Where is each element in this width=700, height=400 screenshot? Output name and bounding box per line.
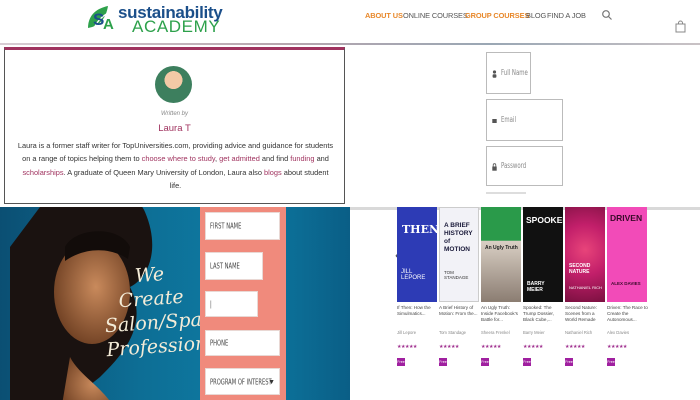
nav-group-courses[interactable]: GROUP COURSES: [465, 11, 529, 20]
logo-text-academy: ACADEMY: [132, 17, 221, 36]
password-field[interactable]: Password: [486, 146, 563, 186]
book-cover[interactable]: SECOND NATURE NATHANIEL RICH: [565, 207, 605, 302]
book-author: Tom Standage: [439, 330, 467, 335]
nav-about-us[interactable]: ABOUT US: [365, 11, 403, 20]
book-title[interactable]: A Brief History of Motion: From the...: [439, 305, 481, 317]
email-input-field[interactable]: |: [205, 291, 258, 317]
last-name-placeholder: LAST NAME: [210, 261, 240, 271]
free-badge[interactable]: Free: [607, 358, 615, 366]
free-badge[interactable]: Free: [481, 358, 489, 366]
cover-author: BARRY MEIER: [527, 281, 545, 293]
program-of-interest-select[interactable]: PROGRAM OF INTEREST ▼: [205, 368, 280, 395]
email-placeholder: Email: [501, 115, 516, 124]
book-title[interactable]: Spooked: The Trump Dossier, Black Cube,.…: [523, 305, 565, 323]
book-cover[interactable]: THEN JILL LEPORE: [397, 207, 437, 302]
book-author: Alex Davies: [607, 330, 630, 335]
star-rating: ★★★★★: [481, 344, 501, 350]
author-avatar: [155, 66, 192, 103]
banner-headline: We Create Salon/Spa Professionals: [104, 263, 236, 362]
nav-blog[interactable]: BLOG: [526, 11, 546, 20]
link-funding[interactable]: funding: [290, 154, 314, 163]
book-cover[interactable]: An Ugly Truth: [481, 207, 521, 302]
cover-title: SPOOKED: [526, 215, 563, 225]
star-rating: ★★★★★: [397, 344, 417, 350]
full-name-field[interactable]: Full Name: [486, 52, 531, 94]
phone-field[interactable]: PHONE: [205, 330, 280, 356]
search-icon[interactable]: [601, 9, 613, 21]
user-icon: [492, 70, 497, 78]
nav-find-a-job[interactable]: FIND A JOB: [547, 11, 586, 20]
book-cover[interactable]: DRIVEN ALEX DAVIES: [607, 207, 647, 302]
link-blogs[interactable]: blogs: [264, 168, 282, 177]
book-card: SECOND NATURE NATHANIEL RICH Second Natu…: [565, 207, 605, 377]
site-header: S A sustainability ACADEMY ABOUT US ONLI…: [0, 0, 700, 45]
book-author: Barry Meier: [523, 330, 545, 335]
book-title[interactable]: If Then: How the Simulmatics...: [397, 305, 439, 317]
cover-author: NATHANIEL RICH: [569, 285, 602, 290]
dropdown-caret-icon: ▼: [268, 379, 275, 386]
book-card: A BRIEF HISTORY of MOTION TOM STANDAGE A…: [439, 207, 479, 377]
star-rating: ★★★★★: [523, 344, 543, 350]
free-badge[interactable]: Free: [565, 358, 573, 366]
lock-icon: [492, 163, 497, 171]
written-by-label: Written by: [160, 111, 188, 117]
book-card: THEN JILL LEPORE If Then: How the Simulm…: [397, 207, 437, 377]
sustainability-academy-logo[interactable]: S A sustainability ACADEMY: [84, 2, 224, 38]
email-field[interactable]: Email: [486, 99, 563, 141]
free-badge[interactable]: Free: [397, 358, 405, 366]
text-cursor: |: [210, 299, 212, 309]
book-author: Jill Lepore: [397, 330, 417, 335]
book-title[interactable]: Driven: The Race to Create the Autonomou…: [607, 305, 649, 323]
nav-online-courses[interactable]: ONLINE COURSES: [403, 11, 468, 20]
cover-author: ALEX DAVIES: [611, 281, 641, 286]
book-cover[interactable]: A BRIEF HISTORY of MOTION TOM STANDAGE: [439, 207, 479, 302]
first-name-placeholder: FIRST NAME: [210, 221, 242, 231]
password-placeholder: Password: [501, 161, 527, 170]
leaf-logo-icon: S A: [88, 6, 114, 33]
first-name-field[interactable]: FIRST NAME: [205, 212, 280, 240]
star-rating: ★★★★★: [439, 344, 459, 350]
cover-author: TOM STANDAGE: [444, 270, 469, 280]
envelope-icon: [492, 119, 497, 123]
books-carousel: ‹ › THEN JILL LEPORE If Then: How the Si…: [350, 207, 700, 400]
header-divider: [0, 43, 700, 45]
bio-text: . A graduate of Queen Mary University of…: [63, 167, 265, 177]
bio-text: and find: [259, 154, 291, 164]
author-card: Written by Laura T Laura is a former sta…: [4, 47, 345, 204]
cover-author: JILL LEPORE: [401, 269, 426, 281]
phone-placeholder: PHONE: [210, 338, 229, 348]
bio-text: and: [314, 154, 329, 164]
book-title[interactable]: Second Nature: Scenes from a World Remad…: [565, 305, 607, 323]
form-hint-line: [486, 192, 526, 194]
free-badge[interactable]: Free: [439, 358, 447, 366]
cover-title: DRIVEN: [610, 213, 643, 223]
free-badge[interactable]: Free: [523, 358, 531, 366]
full-name-placeholder: Full Name: [501, 68, 528, 77]
book-author: Nathaniel Rich: [565, 330, 593, 335]
book-author: Sheera Frenkel: [481, 330, 510, 335]
book-card: DRIVEN ALEX DAVIES Driven: The Race to C…: [607, 207, 649, 377]
cover-title: THEN: [402, 223, 437, 236]
star-rating: ★★★★★: [607, 344, 627, 350]
cover-title: An Ugly Truth: [485, 245, 518, 251]
salon-spa-ad-banner[interactable]: We Create Salon/Spa Professionals: [0, 207, 350, 400]
cover-title: A BRIEF HISTORY of MOTION: [444, 222, 473, 253]
star-rating: ★★★★★: [565, 344, 585, 350]
last-name-field[interactable]: LAST NAME: [205, 252, 263, 280]
book-title[interactable]: An Ugly Truth: Inside Facebook's Battle …: [481, 305, 523, 323]
svg-text:A: A: [103, 16, 114, 33]
book-cover[interactable]: SPOOKED BARRY MEIER: [523, 207, 563, 302]
link-scholarships[interactable]: scholarships: [22, 168, 63, 177]
shopping-bag-icon[interactable]: [675, 20, 686, 33]
cover-title: SECOND NATURE: [569, 263, 591, 275]
link-choose-where-to-study[interactable]: choose where to study: [142, 154, 215, 163]
book-card: SPOOKED BARRY MEIER Spooked: The Trump D…: [523, 207, 563, 377]
author-bio: Laura is a former staff writer for TopUn…: [17, 139, 334, 193]
link-get-admitted[interactable]: get admitted: [219, 154, 260, 163]
program-placeholder: PROGRAM OF INTEREST: [210, 377, 272, 386]
book-card: An Ugly Truth An Ugly Truth: Inside Face…: [481, 207, 521, 377]
author-name[interactable]: Laura T: [5, 123, 344, 134]
